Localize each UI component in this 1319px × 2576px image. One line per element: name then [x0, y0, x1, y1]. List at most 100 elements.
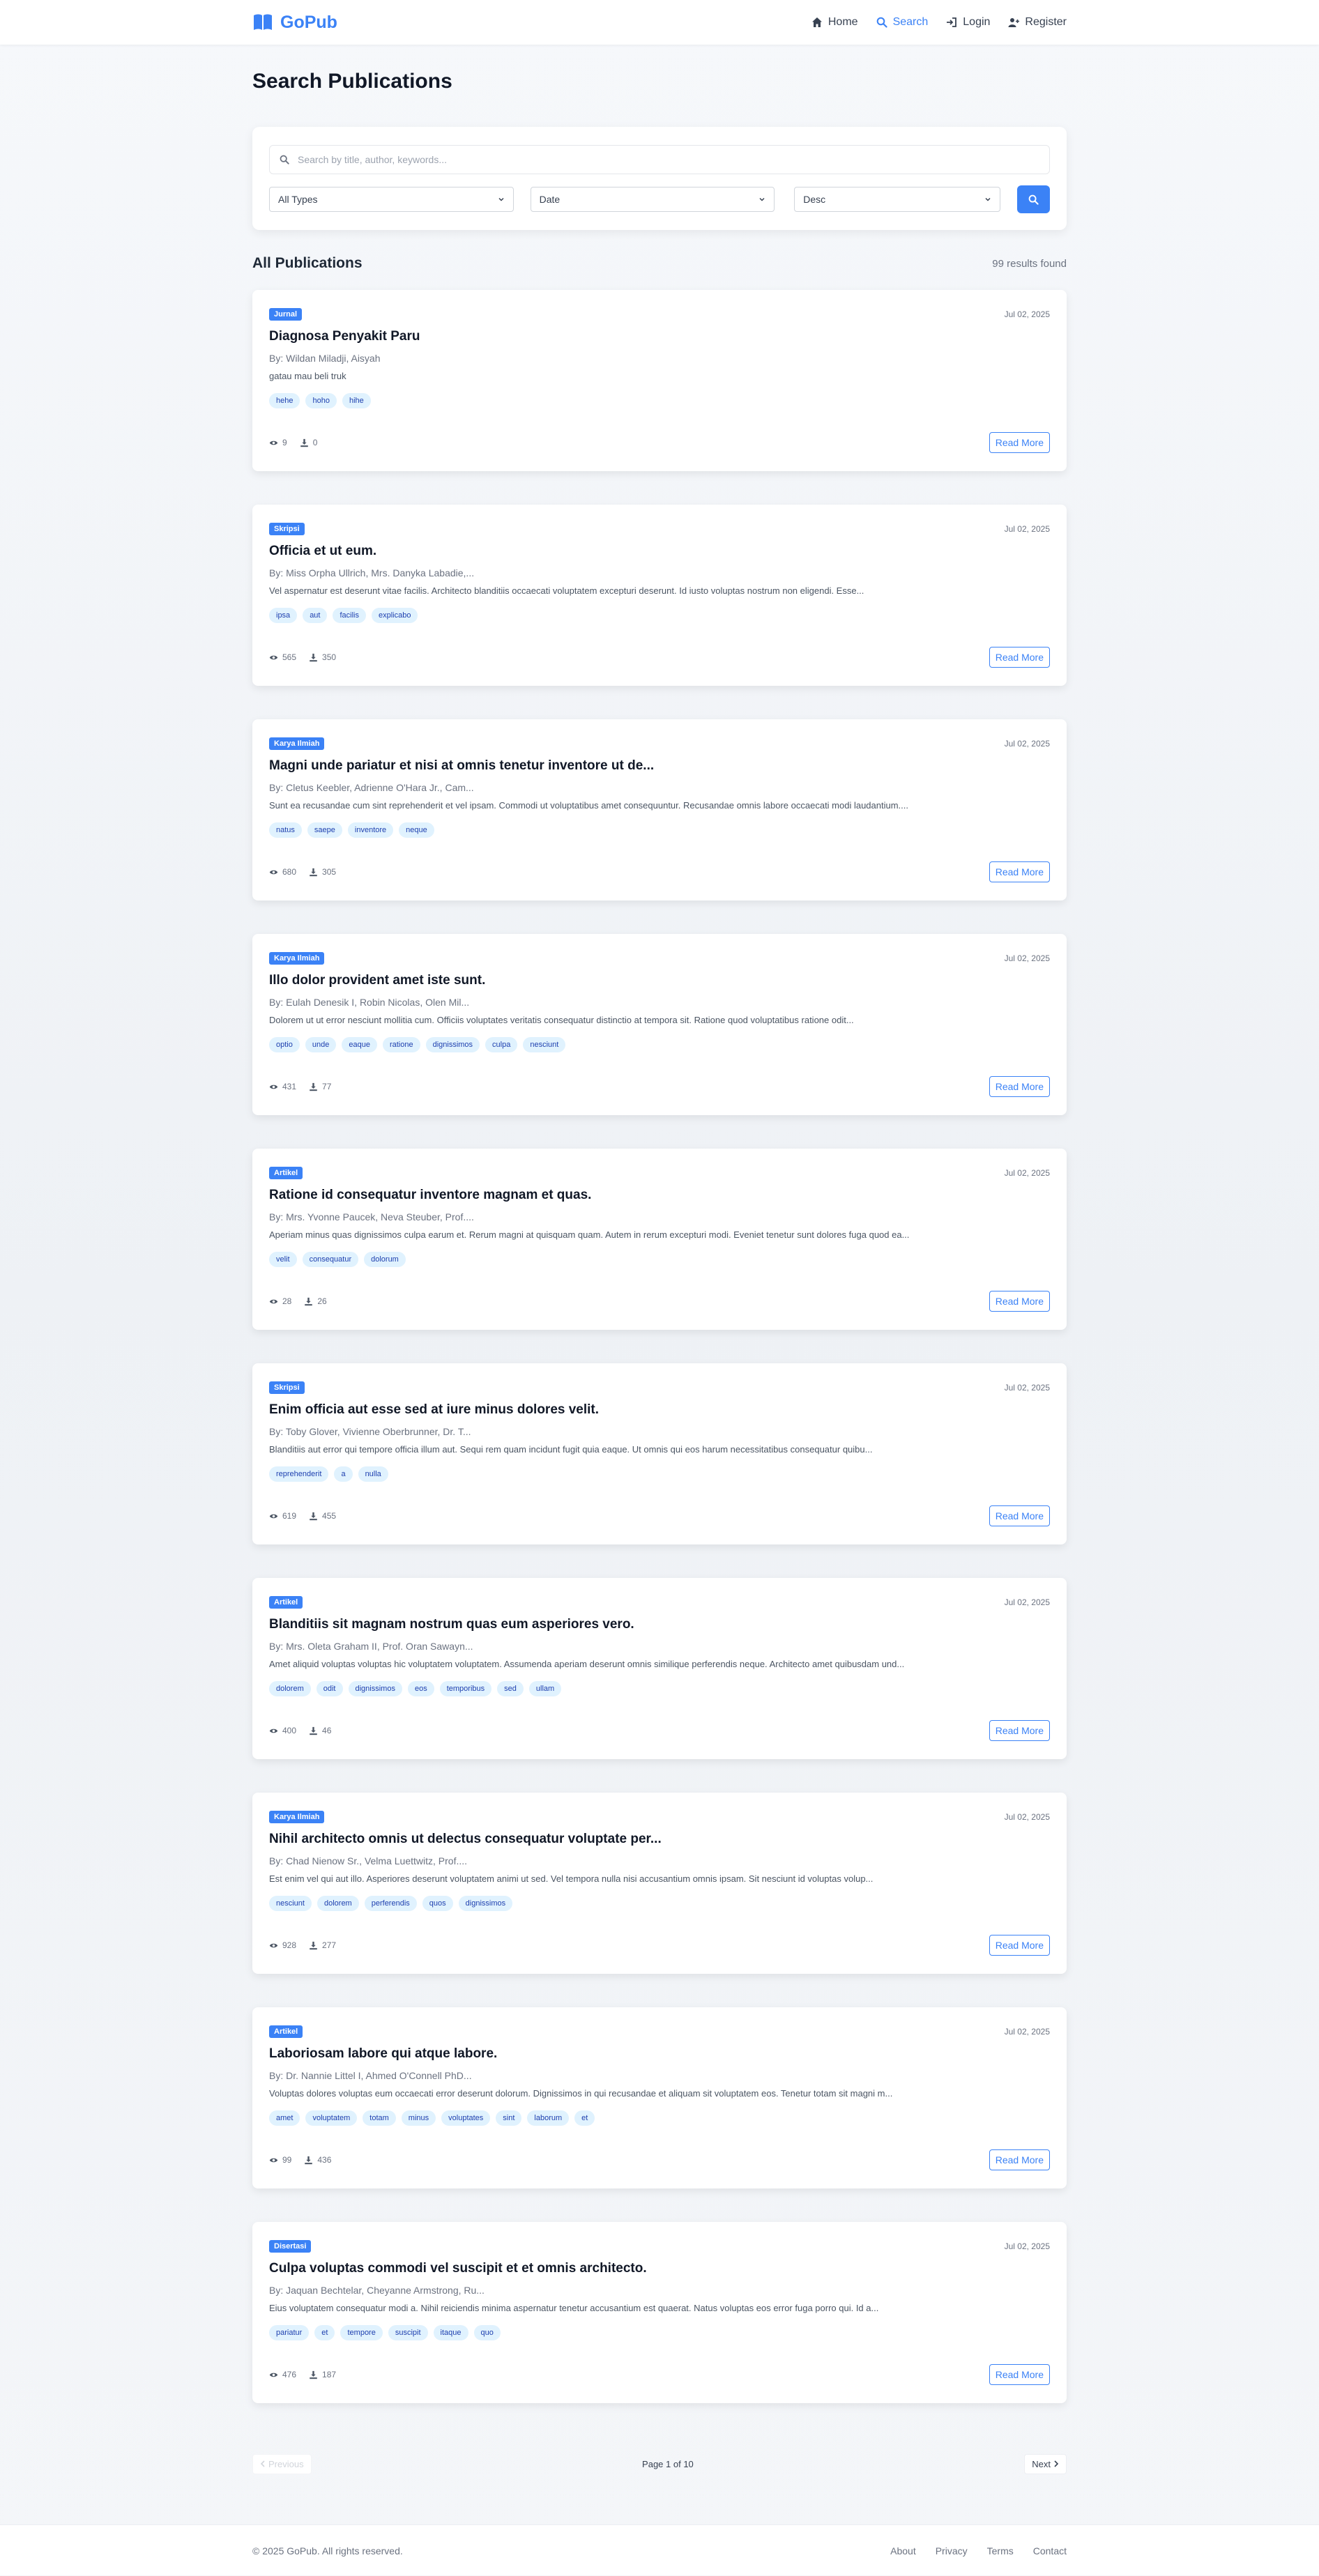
keyword-tag[interactable]: hihe: [342, 393, 371, 408]
keyword-tag[interactable]: sint: [496, 2110, 522, 2126]
keyword-tag[interactable]: voluptates: [441, 2110, 491, 2126]
publication-list: Jurnal Jul 02, 2025 Diagnosa Penyakit Paru…: [252, 290, 1067, 2403]
keyword-tag[interactable]: inventore: [347, 822, 394, 838]
publication-title[interactable]: Nihil architecto omnis ut delectus conse…: [269, 1832, 1050, 1848]
views-count: 431: [282, 1082, 297, 1091]
read-more-button[interactable]: Read More: [989, 432, 1050, 453]
keyword-tag[interactable]: dignissimos: [425, 1037, 480, 1052]
keyword-tag[interactable]: ipsa: [269, 608, 298, 623]
order-select[interactable]: Desc: [794, 187, 1000, 212]
keyword-tag[interactable]: natus: [269, 822, 302, 838]
keyword-tag[interactable]: saepe: [307, 822, 342, 838]
footer-link-terms[interactable]: Terms: [987, 2545, 1014, 2556]
publication-footer: 99 436 Read More: [269, 2149, 1050, 2170]
publication-title[interactable]: Enim officia aut esse sed at iure minus …: [269, 1402, 1050, 1419]
read-more-button[interactable]: Read More: [989, 1935, 1050, 1956]
type-select[interactable]: All Types: [269, 187, 514, 212]
footer-link-contact[interactable]: Contact: [1033, 2545, 1067, 2556]
views-stat: 9: [269, 438, 287, 447]
type-badge: Karya Ilmiah: [269, 952, 325, 965]
publication-title[interactable]: Laboriosam labore qui atque labore.: [269, 2046, 1050, 2063]
keyword-tag[interactable]: minus: [401, 2110, 436, 2126]
keyword-tag[interactable]: reprehenderit: [269, 1466, 329, 1482]
publication-title[interactable]: Blanditiis sit magnam nostrum quas eum a…: [269, 1617, 1050, 1634]
type-badge: Artikel: [269, 1167, 303, 1179]
nav-register[interactable]: Register: [1008, 16, 1067, 29]
read-more-button[interactable]: Read More: [989, 1291, 1050, 1312]
results-header: All Publications 99 results found: [252, 254, 1067, 273]
footer-link-privacy[interactable]: Privacy: [936, 2545, 968, 2556]
search-input[interactable]: [298, 154, 1039, 165]
previous-page-button[interactable]: Previous: [252, 2453, 312, 2474]
keyword-tag[interactable]: velit: [269, 1252, 297, 1267]
keyword-tag[interactable]: neque: [399, 822, 434, 838]
publication-title[interactable]: Diagnosa Penyakit Paru: [269, 329, 1050, 346]
keyword-tag[interactable]: itaque: [433, 2325, 468, 2340]
nav-login[interactable]: Login: [946, 16, 990, 29]
keyword-tag[interactable]: voluptatem: [305, 2110, 358, 2126]
keyword-tag[interactable]: dignissimos: [458, 1896, 513, 1911]
keyword-tag[interactable]: dolorem: [317, 1896, 359, 1911]
keyword-tag[interactable]: dolorem: [269, 1681, 311, 1696]
downloads-count: 455: [322, 1511, 337, 1521]
views-count: 400: [282, 1726, 297, 1735]
keyword-tag[interactable]: quos: [422, 1896, 453, 1911]
keyword-tag[interactable]: perferendis: [364, 1896, 417, 1911]
keyword-tag[interactable]: pariatur: [269, 2325, 310, 2340]
read-more-button[interactable]: Read More: [989, 1505, 1050, 1526]
keyword-tag[interactable]: consequatur: [302, 1252, 359, 1267]
keyword-tag[interactable]: eos: [407, 1681, 434, 1696]
brand-logo[interactable]: GoPub: [252, 13, 337, 33]
publication-title[interactable]: Officia et ut eum.: [269, 544, 1050, 560]
keyword-tag[interactable]: et: [314, 2325, 335, 2340]
keyword-tag[interactable]: explicabo: [372, 608, 418, 623]
keyword-tag[interactable]: et: [574, 2110, 595, 2126]
keyword-tag[interactable]: sed: [497, 1681, 524, 1696]
keyword-tag[interactable]: quo: [473, 2325, 501, 2340]
keyword-tag[interactable]: tempore: [340, 2325, 383, 2340]
nav-search[interactable]: Search: [876, 16, 928, 29]
publication-title[interactable]: Magni unde pariatur et nisi at omnis ten…: [269, 758, 1050, 775]
footer-link-about[interactable]: About: [890, 2545, 916, 2556]
keyword-tag[interactable]: unde: [305, 1037, 337, 1052]
read-more-button[interactable]: Read More: [989, 2364, 1050, 2385]
keyword-tag[interactable]: hoho: [305, 393, 337, 408]
keyword-tag[interactable]: ullam: [528, 1681, 562, 1696]
date-select[interactable]: Date: [530, 187, 775, 212]
nav-home[interactable]: Home: [811, 16, 858, 29]
keyword-tag[interactable]: dolorum: [364, 1252, 406, 1267]
footer: © 2025 GoPub. All rights reserved. About…: [0, 2524, 1319, 2575]
next-page-button[interactable]: Next: [1024, 2453, 1067, 2474]
keyword-tag[interactable]: culpa: [485, 1037, 518, 1052]
publication-title[interactable]: Ratione id consequatur inventore magnam …: [269, 1188, 1050, 1204]
keyword-tag[interactable]: dignissimos: [348, 1681, 402, 1696]
read-more-button[interactable]: Read More: [989, 861, 1050, 882]
keyword-tag[interactable]: hehe: [269, 393, 300, 408]
keyword-tag[interactable]: nulla: [358, 1466, 388, 1482]
read-more-button[interactable]: Read More: [989, 647, 1050, 668]
publication-card: Karya Ilmiah Jul 02, 2025 Illo dolor provi…: [252, 934, 1067, 1115]
keyword-tag[interactable]: aut: [303, 608, 328, 623]
search-button[interactable]: [1016, 185, 1050, 213]
keyword-tag[interactable]: a: [334, 1466, 353, 1482]
type-badge: Disertasi: [269, 2240, 312, 2253]
keyword-tag[interactable]: facilis: [333, 608, 366, 623]
keyword-tag[interactable]: optio: [269, 1037, 300, 1052]
keyword-tag[interactable]: ratione: [382, 1037, 420, 1052]
publication-title[interactable]: Culpa voluptas commodi vel suscipit et e…: [269, 2261, 1050, 2278]
keyword-tag[interactable]: odit: [316, 1681, 343, 1696]
read-more-button[interactable]: Read More: [989, 1076, 1050, 1097]
eye-icon: [269, 1084, 278, 1089]
keyword-tag[interactable]: totam: [363, 2110, 396, 2126]
publication-abstract: Eius voluptatem consequatur modi a. Nihi…: [269, 2303, 879, 2313]
keyword-tag[interactable]: amet: [269, 2110, 300, 2126]
keyword-tag[interactable]: suscipit: [388, 2325, 428, 2340]
read-more-button[interactable]: Read More: [989, 2149, 1050, 2170]
keyword-tag[interactable]: temporibus: [439, 1681, 492, 1696]
read-more-button[interactable]: Read More: [989, 1720, 1050, 1741]
keyword-tag[interactable]: nesciunt: [269, 1896, 312, 1911]
keyword-tag[interactable]: nesciunt: [523, 1037, 566, 1052]
keyword-tag[interactable]: laborum: [527, 2110, 570, 2126]
publication-title[interactable]: Illo dolor provident amet iste sunt.: [269, 973, 1050, 990]
keyword-tag[interactable]: eaque: [342, 1037, 377, 1052]
